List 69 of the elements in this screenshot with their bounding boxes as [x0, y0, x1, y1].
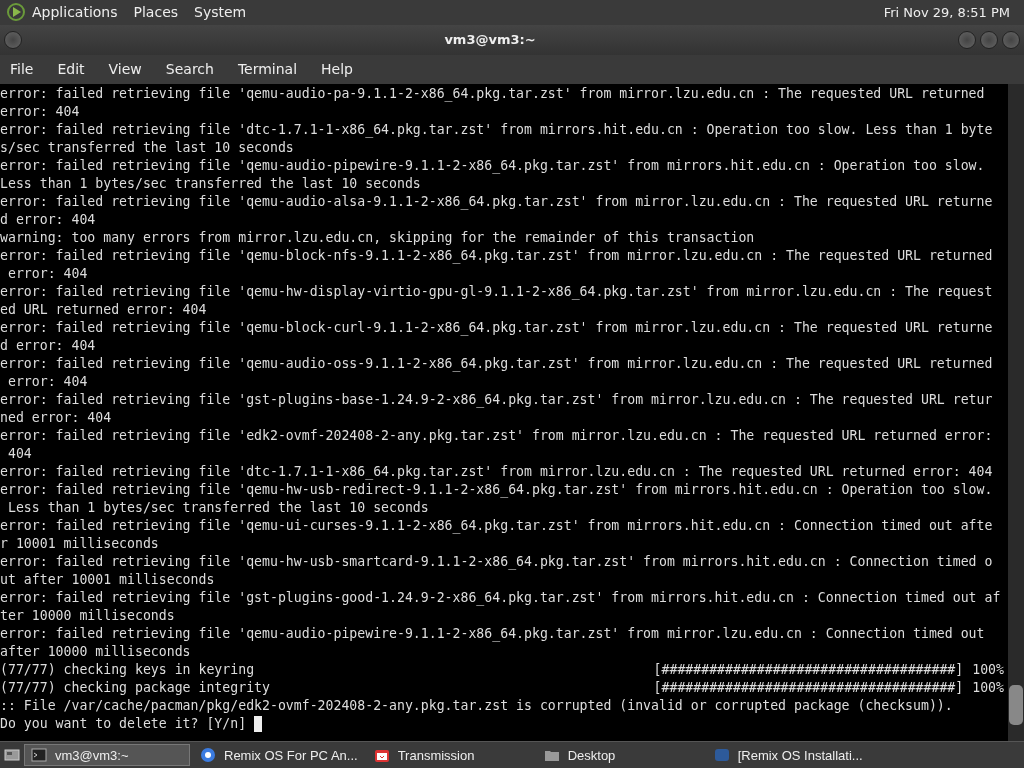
- terminal-line: s/sec transferred the last 10 seconds: [0, 140, 294, 156]
- terminal-line: error: failed retrieving file 'qemu-block-nfs-9.1.1-2-x86_64.pkg.tar.zst' from mirror.lzu.edu.cn : The requested URL returned: [0, 248, 993, 264]
- terminal-line: r 10001 milliseconds: [0, 536, 159, 552]
- menu-item[interactable]: Edit: [57, 61, 85, 78]
- terminal-line: error: failed retrieving file 'dtc-1.7.1-1-x86_64.pkg.tar.zst' from mirror.lzu.edu.cn : The requested URL returned error: 404: [0, 464, 993, 480]
- minimize-button[interactable]: [958, 30, 976, 49]
- terminal-line: error: failed retrieving file 'gst-plugins-good-1.24.9-2-x86_64.pkg.tar.zst' from mirrors.hit.edu.cn : Connection timed out af: [0, 590, 1001, 606]
- terminal-line: error: failed retrieving file 'qemu-ui-curses-9.1.1-2-x86_64.pkg.tar.zst' from mirrors.hit.edu.cn : Connection timed out afte: [0, 518, 993, 534]
- menu-item[interactable]: View: [108, 61, 142, 78]
- terminal-line: ed URL returned error: 404: [0, 302, 207, 318]
- terminal-line: Less than 1 bytes/sec transferred the last 10 seconds: [6, 500, 429, 516]
- terminal-icon: [31, 747, 47, 763]
- terminal-line: error: failed retrieving file 'qemu-audio-pipewire-9.1.1-2-x86_64.pkg.tar.zst' from mirrors.hit.edu.cn : Operation too slow.: [0, 158, 985, 174]
- transmission-icon: [373, 747, 390, 763]
- menu-item[interactable]: Terminal: [237, 61, 298, 78]
- terminal-line: ned error: 404: [0, 410, 112, 426]
- terminal-line: error: failed retrieving file 'qemu-hw-usb-smartcard-9.1.1-2-x86_64.pkg.tar.zst' from mirrors.hit.edu.cn : Connection timed o: [0, 554, 993, 570]
- panel-menu[interactable]: Applications: [32, 4, 118, 21]
- menu-item[interactable]: Help: [321, 61, 353, 78]
- scrollbar[interactable]: [1008, 83, 1024, 742]
- panel-menu[interactable]: System: [194, 4, 247, 21]
- terminal-line: error: failed retrieving file 'qemu-hw-display-virtio-gpu-gl-9.1.1-2-x86_64.pkg.tar.zst' from mirror.lzu.edu.cn : The request: [0, 284, 993, 300]
- terminal-line: error: failed retrieving file 'gst-plugins-base-1.24.9-2-x86_64.pkg.tar.zst' from mirror.lzu.edu.cn : The requested URL retur: [0, 392, 993, 408]
- terminal-line: ut after 10001 milliseconds: [0, 572, 215, 588]
- app-icon: [713, 747, 730, 763]
- taskbar-button[interactable]: Transmission: [367, 744, 534, 766]
- clock[interactable]: Fri Nov 29, 8:51 PM: [883, 5, 1010, 20]
- terminal-line: (77/77) checking keys in keyring: [0, 662, 255, 678]
- progress-bar-text: [#####################################]: [653, 662, 964, 678]
- terminal-line: error: 404: [6, 374, 88, 390]
- panel-menu[interactable]: Places: [133, 4, 179, 21]
- taskbar-button[interactable]: [Remix OS Installati...: [707, 744, 874, 766]
- terminal-line: 404: [6, 446, 32, 462]
- scrollbar-thumb[interactable]: [1009, 685, 1023, 726]
- taskbar-button[interactable]: Remix OS For PC An...: [194, 744, 364, 766]
- terminal-line: (77/77) checking package integrity: [0, 680, 270, 696]
- menu-item[interactable]: File: [10, 61, 34, 78]
- taskbar-button[interactable]: vm3@vm3:~: [24, 744, 190, 766]
- taskbar-button[interactable]: Desktop: [537, 744, 704, 766]
- window-title: vm3@vm3:~: [443, 32, 537, 48]
- terminal-line: warning: too many errors from mirror.lzu.edu.cn, skipping for the remainder of this transaction: [0, 230, 755, 246]
- progress-percent: 100%: [972, 680, 1004, 696]
- menu-item[interactable]: Search: [165, 61, 214, 78]
- maximize-button[interactable]: [980, 30, 998, 49]
- show-desktop-icon[interactable]: [4, 747, 20, 763]
- terminal-line: :: File /var/cache/pacman/pkg/edk2-ovmf-202408-2-any.pkg.tar.zst is corrupted (invalid or corrupted package (checksum)).: [0, 698, 953, 714]
- progress-percent: 100%: [972, 662, 1004, 678]
- text-cursor: [254, 715, 263, 732]
- terminal-line: error: failed retrieving file 'qemu-audio-alsa-9.1.1-2-x86_64.pkg.tar.zst' from mirror.lzu.edu.cn : The requested URL returne: [0, 194, 993, 210]
- window-menu-button[interactable]: [4, 30, 22, 49]
- distro-logo-icon[interactable]: [6, 2, 26, 23]
- terminal-line: error: failed retrieving file 'qemu-audio-pipewire-9.1.1-2-x86_64.pkg.tar.zst' from mirror.lzu.edu.cn : Connection timed out: [0, 626, 985, 642]
- terminal-line: Less than 1 bytes/sec transferred the last 10 seconds: [0, 176, 421, 192]
- terminal-line: error: failed retrieving file 'edk2-ovmf-202408-2-any.pkg.tar.zst' from mirror.lzu.edu.cn : The requested URL returned error:: [0, 428, 993, 444]
- terminal-line: error: 404: [6, 266, 88, 282]
- terminal-line: error: failed retrieving file 'qemu-audio-pa-9.1.1-2-x86_64.pkg.tar.zst' from mirror.lzu.edu.cn : The requested URL returned: [0, 86, 985, 102]
- terminal-prompt: Do you want to delete it? [Y/n]: [0, 716, 248, 732]
- browser-icon: [200, 747, 216, 763]
- terminal-line: error: failed retrieving file 'qemu-block-curl-9.1.1-2-x86_64.pkg.tar.zst' from mirror.lzu.edu.cn : The requested URL returne: [0, 320, 993, 336]
- terminal-line: error: 404: [0, 104, 80, 120]
- terminal-line: error: failed retrieving file 'qemu-audio-oss-9.1.1-2-x86_64.pkg.tar.zst' from mirror.lzu.edu.cn : The requested URL returned: [0, 356, 993, 372]
- terminal-line: after 10000 milliseconds: [0, 644, 191, 660]
- terminal-line: d error: 404: [0, 338, 96, 354]
- close-button[interactable]: [1002, 30, 1020, 49]
- terminal-line: ter 10000 milliseconds: [0, 608, 175, 624]
- terminal-line: error: failed retrieving file 'qemu-hw-usb-redirect-9.1.1-2-x86_64.pkg.tar.zst' from mirrors.hit.edu.cn : Operation too slow.: [0, 482, 993, 498]
- progress-bar-text: [#####################################]: [653, 680, 964, 696]
- terminal-line: d error: 404: [0, 212, 96, 228]
- terminal-line: error: failed retrieving file 'dtc-1.7.1-1-x86_64.pkg.tar.zst' from mirrors.hit.edu.cn : Operation too slow. Less than 1 byte: [0, 122, 993, 138]
